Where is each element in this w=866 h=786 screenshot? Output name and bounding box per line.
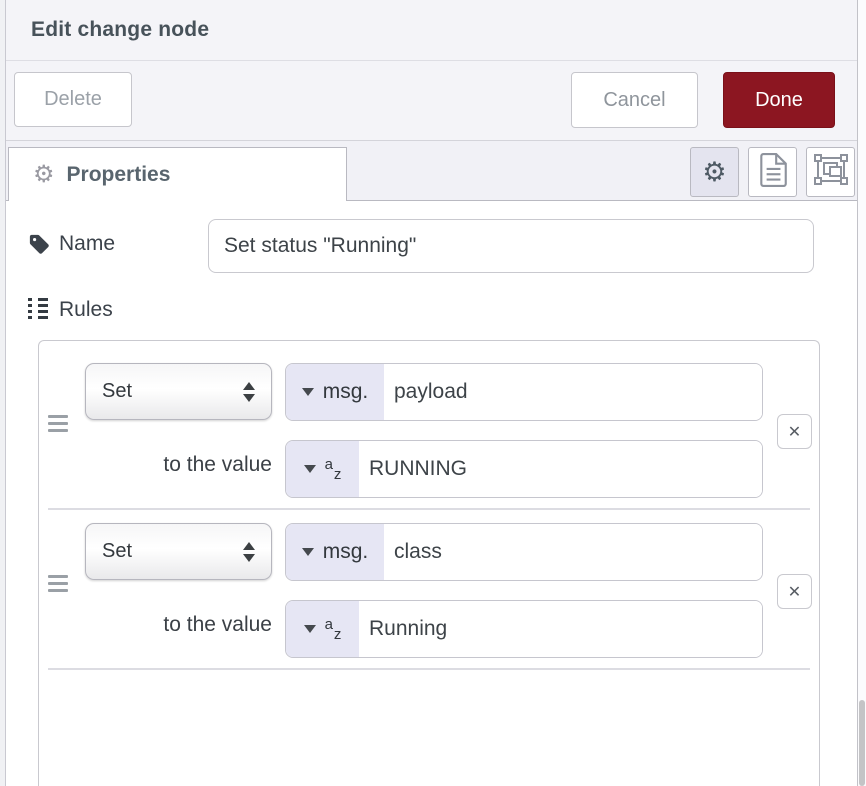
value-input[interactable] [359, 441, 762, 497]
rules-section-label: Rules [28, 298, 113, 322]
rule-property-typedinput: msg. [285, 363, 763, 421]
rule-drag-handle[interactable] [48, 415, 68, 436]
to-the-value-label: to the value [79, 613, 272, 637]
editor-tab-bar: ⚙ Properties ⚙ [6, 141, 857, 201]
done-button[interactable]: Done [723, 72, 835, 128]
string-type-icon: az [325, 622, 342, 637]
dialog-header: Edit change node [6, 0, 857, 61]
value-type-button[interactable]: az [286, 441, 359, 497]
string-type-icon: az [325, 462, 342, 477]
value-input[interactable] [359, 601, 762, 657]
select-arrows-icon [243, 542, 255, 562]
rule-divider [48, 668, 810, 670]
rules-container: Set msg. to the value az ✕ Set msg. to t… [38, 340, 820, 786]
rule-value-typedinput: az [285, 440, 763, 498]
chevron-down-icon [304, 465, 316, 473]
property-type-button[interactable]: msg. [286, 364, 384, 420]
list-icon [28, 298, 50, 322]
tag-icon [29, 234, 50, 255]
chevron-down-icon [302, 548, 314, 556]
delete-button[interactable]: Delete [14, 72, 132, 127]
select-arrows-icon [243, 382, 255, 402]
remove-rule-button[interactable]: ✕ [777, 574, 812, 609]
rule-drag-handle[interactable] [48, 575, 68, 596]
rule-value-typedinput: az [285, 600, 763, 658]
rule-property-typedinput: msg. [285, 523, 763, 581]
appearance-group-icon [813, 153, 849, 191]
property-type-button[interactable]: msg. [286, 524, 384, 580]
chevron-down-icon [302, 388, 314, 396]
rule-divider [48, 508, 810, 510]
gear-icon: ⚙ [702, 159, 726, 186]
vertical-scrollbar[interactable] [859, 700, 865, 786]
properties-tab-button[interactable]: ⚙ [690, 147, 739, 197]
description-tab-button[interactable] [748, 147, 797, 197]
rule-action-select[interactable]: Set [85, 363, 272, 420]
name-input[interactable] [208, 219, 814, 273]
dialog-title: Edit change node [31, 18, 209, 42]
remove-rule-button[interactable]: ✕ [777, 414, 812, 449]
gear-icon: ⚙ [33, 163, 55, 187]
property-input[interactable] [384, 524, 762, 580]
tab-properties-label: Properties [67, 163, 171, 187]
dialog-button-bar: Delete Cancel Done [6, 61, 857, 141]
name-field-label: Name [29, 232, 115, 256]
close-icon: ✕ [788, 422, 801, 442]
property-input[interactable] [384, 364, 762, 420]
appearance-tab-button[interactable] [806, 147, 855, 197]
tray-right-edge [857, 0, 866, 786]
cancel-button[interactable]: Cancel [571, 72, 698, 128]
document-icon [759, 153, 787, 192]
value-type-button[interactable]: az [286, 601, 359, 657]
to-the-value-label: to the value [79, 453, 272, 477]
tab-properties[interactable]: ⚙ Properties [8, 147, 347, 201]
close-icon: ✕ [788, 582, 801, 602]
rule-action-select[interactable]: Set [85, 523, 272, 580]
chevron-down-icon [304, 625, 316, 633]
